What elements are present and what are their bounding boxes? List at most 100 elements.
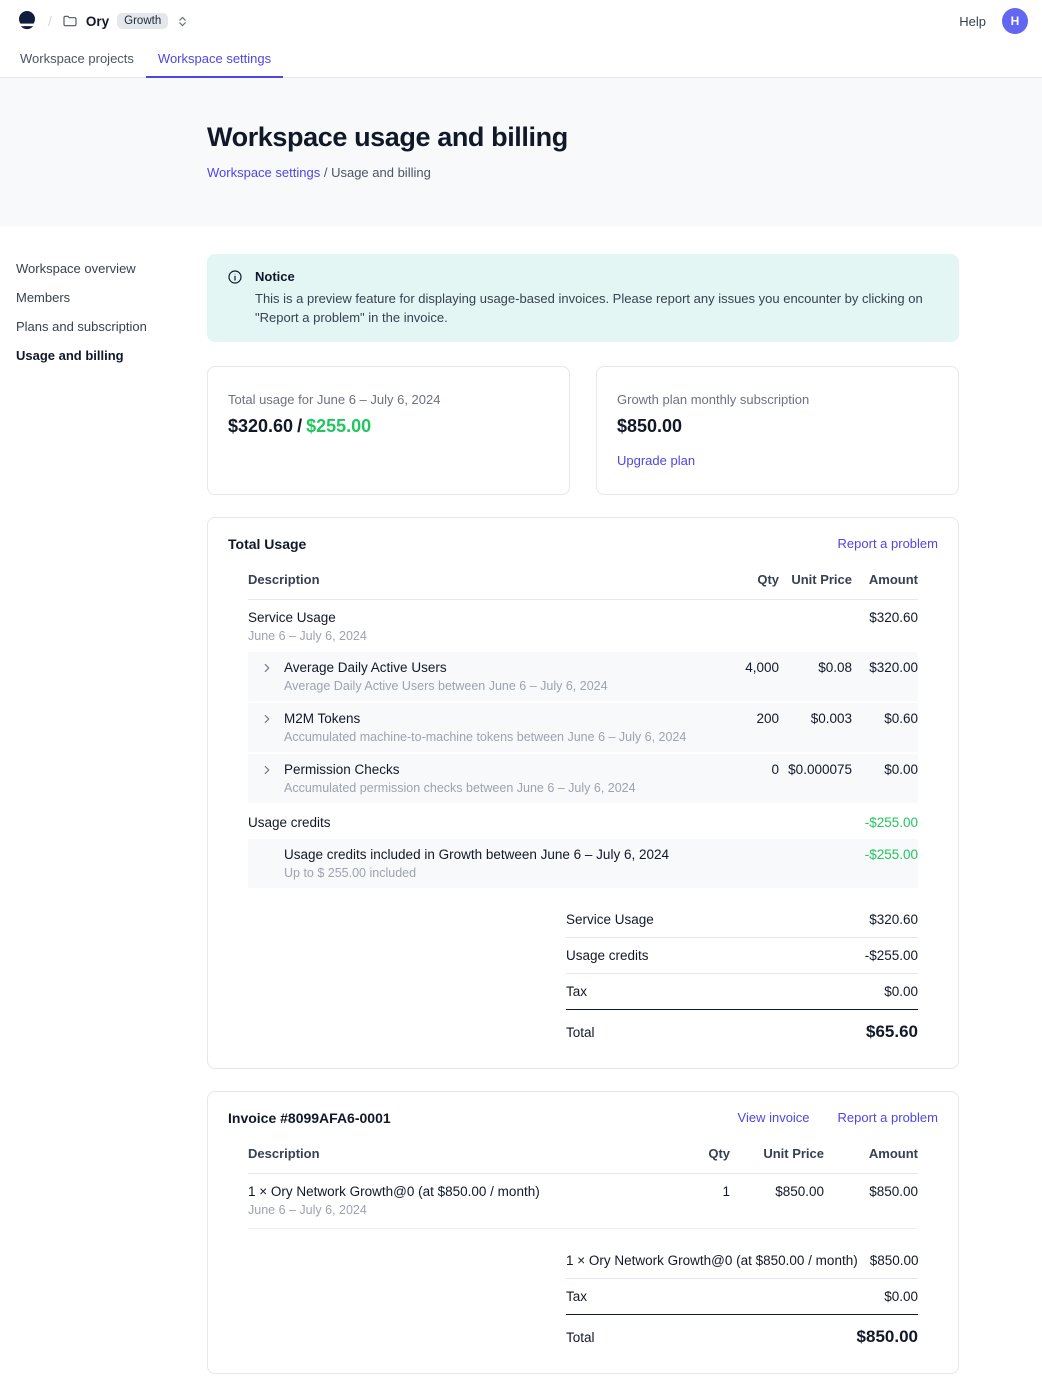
table-row-growth-subscription: 1 × Ory Network Growth@0 (at $850.00 / m…: [248, 1174, 918, 1229]
row-subtitle: Accumulated permission checks between Ju…: [284, 781, 701, 795]
summary-row-tax: Tax $0.00: [566, 1279, 918, 1314]
row-unit-price: $0.000075: [779, 762, 852, 777]
usage-included-amount: $255.00: [306, 416, 371, 436]
table-header: Description Qty Unit Price Amount: [248, 1140, 918, 1174]
chevron-right-icon[interactable]: [260, 763, 276, 777]
row-title: 1 × Ory Network Growth@0 (at $850.00 / m…: [248, 1184, 660, 1199]
table-row-permission-checks: Permission Checks Accumulated permission…: [248, 754, 918, 803]
content: Workspace overview Members Plans and sub…: [0, 226, 1042, 1390]
column-header-unit-price: Unit Price: [730, 1146, 824, 1161]
row-title: Usage credits: [248, 815, 701, 830]
help-link[interactable]: Help: [959, 14, 986, 29]
total-usage-panel-header: Total Usage Report a problem: [228, 536, 938, 566]
tabbar: Workspace projects Workspace settings: [0, 42, 1042, 78]
total-usage-summary: Service Usage $320.60 Usage credits -$25…: [566, 902, 918, 1044]
topbar: / Ory Growth Help H: [0, 0, 1042, 42]
usage-used-amount: $320.60: [228, 416, 293, 436]
notice-banner: Notice This is a preview feature for dis…: [207, 254, 959, 342]
row-subtitle: June 6 – July 6, 2024: [248, 629, 701, 643]
topbar-left: / Ory Growth: [16, 9, 189, 33]
info-icon: [227, 269, 243, 328]
row-amount: $0.00: [852, 762, 918, 777]
view-invoice-link[interactable]: View invoice: [738, 1110, 810, 1125]
topbar-right: Help H: [959, 8, 1028, 34]
row-amount: $850.00: [824, 1184, 918, 1199]
total-usage-table: Description Qty Unit Price Amount Servic…: [228, 566, 938, 1044]
row-unit-price: $850.00: [730, 1184, 824, 1199]
summary-row-usage-credits: Usage credits -$255.00: [566, 938, 918, 974]
summary-total-row: Total $65.60: [566, 1009, 918, 1044]
column-header-amount: Amount: [852, 572, 918, 587]
row-amount: $320.00: [852, 660, 918, 675]
sidebar-item-plans-and-subscription[interactable]: Plans and subscription: [16, 314, 197, 339]
column-header-description: Description: [248, 572, 701, 587]
summary-label: Service Usage: [566, 912, 654, 927]
plan-badge: Growth: [117, 13, 168, 29]
plan-card: Growth plan monthly subscription $850.00…: [596, 366, 959, 495]
summary-value: $850.00: [870, 1253, 919, 1268]
row-amount: -$255.00: [852, 847, 918, 862]
sidebar-item-workspace-overview[interactable]: Workspace overview: [16, 256, 197, 281]
row-title: Average Daily Active Users: [284, 660, 701, 675]
stat-cards-row: Total usage for June 6 – July 6, 2024 $3…: [207, 366, 959, 495]
tab-workspace-projects[interactable]: Workspace projects: [8, 42, 146, 77]
row-qty: 0: [701, 762, 779, 777]
workspace-switcher[interactable]: Ory Growth: [62, 13, 189, 29]
avatar[interactable]: H: [1002, 8, 1028, 34]
summary-label: Tax: [566, 984, 587, 999]
total-label: Total: [566, 1025, 595, 1040]
chevron-right-icon[interactable]: [260, 661, 276, 675]
total-value: $65.60: [866, 1022, 918, 1042]
invoice-panel-title: Invoice #8099AFA6-0001: [228, 1110, 391, 1126]
page-header: Workspace usage and billing Workspace se…: [0, 78, 1042, 226]
total-label: Total: [566, 1330, 595, 1345]
table-header: Description Qty Unit Price Amount: [248, 566, 918, 600]
summary-value: $320.60: [869, 912, 918, 927]
topbar-separator: /: [48, 13, 52, 29]
column-header-amount: Amount: [824, 1146, 918, 1161]
total-usage-card: Total usage for June 6 – July 6, 2024 $3…: [207, 366, 570, 495]
upgrade-plan-link[interactable]: Upgrade plan: [617, 453, 695, 468]
folder-icon: [62, 13, 78, 29]
breadcrumb: Workspace settings / Usage and billing: [207, 165, 1026, 180]
summary-value: $0.00: [884, 984, 918, 999]
table-row-usage-credits-detail: Usage credits included in Growth between…: [248, 839, 918, 888]
report-problem-link[interactable]: Report a problem: [838, 536, 938, 551]
row-amount: $320.60: [852, 610, 918, 625]
notice-content: Notice This is a preview feature for dis…: [255, 267, 925, 328]
column-header-description: Description: [248, 1146, 660, 1161]
table-row-m2m-tokens: M2M Tokens Accumulated machine-to-machin…: [248, 703, 918, 752]
summary-label: 1 × Ory Network Growth@0 (at $850.00 / m…: [566, 1253, 858, 1268]
tab-workspace-settings[interactable]: Workspace settings: [146, 42, 283, 77]
row-subtitle: Accumulated machine-to-machine tokens be…: [284, 730, 701, 744]
summary-row-growth-subscription: 1 × Ory Network Growth@0 (at $850.00 / m…: [566, 1243, 918, 1279]
plan-card-price: $850.00: [617, 416, 938, 437]
plan-card-label: Growth plan monthly subscription: [617, 392, 938, 407]
usage-separator: /: [297, 416, 302, 436]
report-problem-link[interactable]: Report a problem: [838, 1110, 938, 1125]
total-usage-panel: Total Usage Report a problem Description…: [207, 517, 959, 1069]
row-qty: 4,000: [701, 660, 779, 675]
ory-logo[interactable]: [16, 9, 38, 33]
summary-row-tax: Tax $0.00: [566, 974, 918, 1009]
sidebar-item-usage-and-billing[interactable]: Usage and billing: [16, 343, 197, 368]
chevron-right-icon[interactable]: [260, 712, 276, 726]
total-usage-panel-title: Total Usage: [228, 536, 306, 552]
main: Notice This is a preview feature for dis…: [207, 254, 959, 1374]
summary-value: $0.00: [884, 1289, 918, 1304]
table-row-average-daily-active-users: Average Daily Active Users Average Daily…: [248, 652, 918, 701]
row-unit-price: $0.003: [779, 711, 852, 726]
invoice-summary: 1 × Ory Network Growth@0 (at $850.00 / m…: [566, 1243, 918, 1349]
summary-label: Usage credits: [566, 948, 649, 963]
row-amount: $0.60: [852, 711, 918, 726]
total-value: $850.00: [857, 1327, 918, 1347]
summary-row-service-usage: Service Usage $320.60: [566, 902, 918, 938]
breadcrumb-link-workspace-settings[interactable]: Workspace settings: [207, 165, 320, 180]
invoice-panel: Invoice #8099AFA6-0001 View invoice Repo…: [207, 1091, 959, 1374]
row-qty: 1: [660, 1184, 730, 1199]
column-header-qty: Qty: [660, 1146, 730, 1161]
total-usage-card-label: Total usage for June 6 – July 6, 2024: [228, 392, 549, 407]
row-subtitle: June 6 – July 6, 2024: [248, 1203, 660, 1217]
workspace-name: Ory: [86, 14, 109, 29]
sidebar-item-members[interactable]: Members: [16, 285, 197, 310]
